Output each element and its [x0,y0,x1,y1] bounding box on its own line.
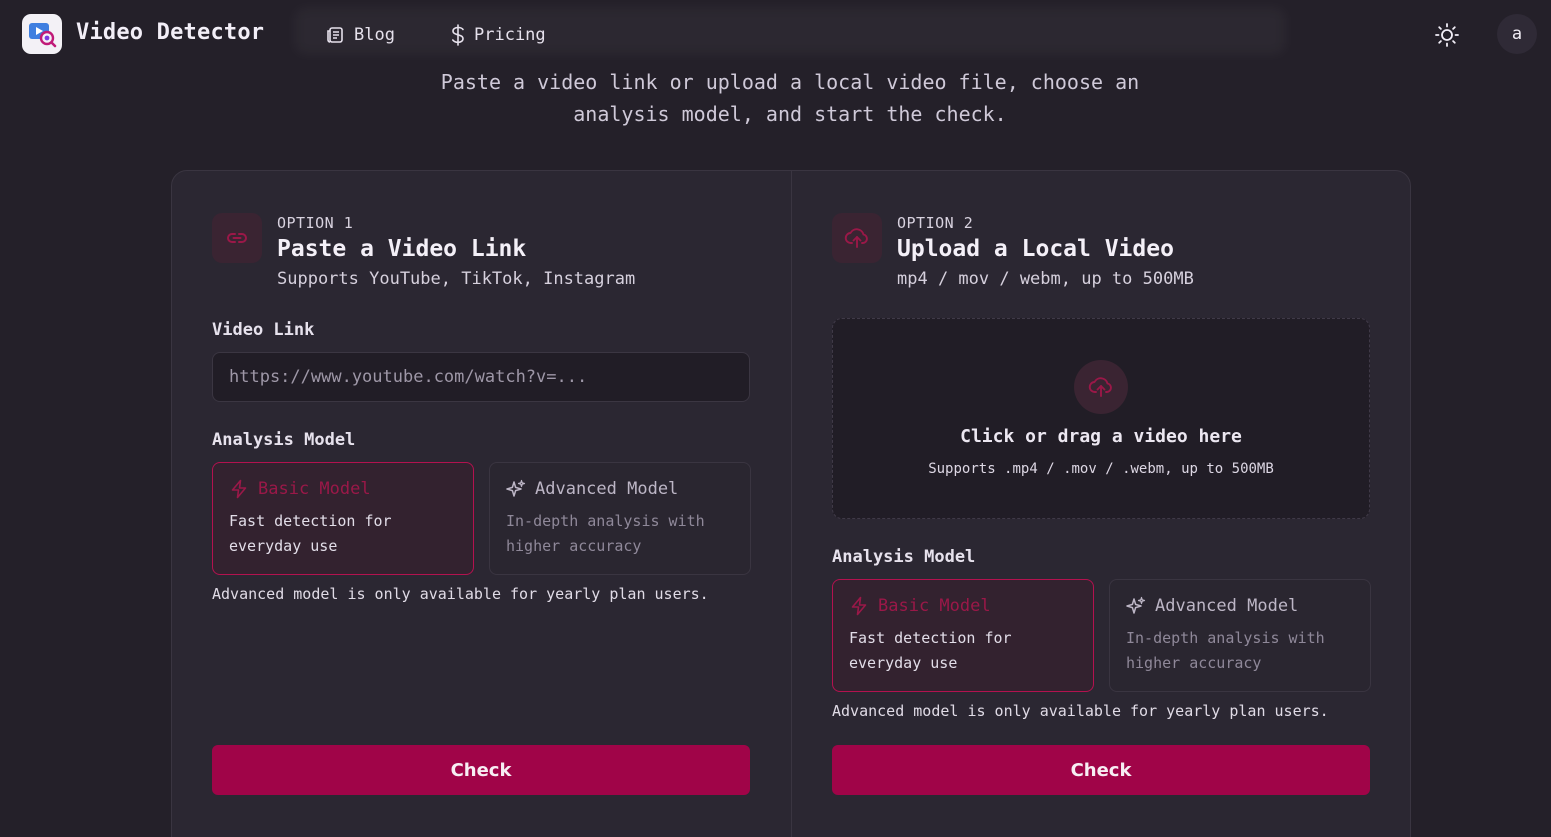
blurred-hero-title [295,8,1285,54]
analysis-model-label: Analysis Model [832,547,976,567]
advanced-model-note: Advanced model is only available for yea… [832,702,1329,720]
model-description: In-depth analysis with higher accuracy [1126,629,1325,672]
cloud-upload-icon [844,228,868,248]
check-upload-button[interactable]: Check [832,745,1370,795]
user-avatar[interactable]: a [1497,14,1537,54]
newspaper-icon [327,27,343,43]
cloud-upload-icon [1088,377,1112,397]
brand-name[interactable]: Video Detector [76,20,264,45]
detector-card: OPTION 1 Paste a Video Link Supports You… [171,170,1411,837]
dropzone-subtitle: Supports .mp4 / .mov / .webm, up to 500M… [928,461,1274,477]
nav-blog-link[interactable]: Blog [326,22,395,48]
advanced-model-option[interactable]: Advanced Model In-depth analysis with hi… [1109,579,1371,692]
video-link-label: Video Link [212,320,315,340]
lightning-icon [851,596,867,616]
advanced-model-note: Advanced model is only available for yea… [212,585,709,603]
model-description: Fast detection for everyday use [229,512,392,555]
check-link-button[interactable]: Check [212,745,750,795]
option-subtitle: mp4 / mov / webm, up to 500MB [897,269,1194,289]
theme-toggle-button[interactable] [1432,20,1462,50]
page: Video Detector Blog Pricing a Paste a vi… [0,0,1551,837]
link-icon-badge [212,213,262,263]
sun-icon [1435,23,1459,47]
nav-pricing-label: Pricing [474,25,546,45]
model-name: Advanced Model [1155,596,1299,616]
advanced-model-option[interactable]: Advanced Model In-depth analysis with hi… [489,462,751,575]
nav-pricing-link[interactable]: Pricing [450,22,546,48]
model-description: In-depth analysis with higher accuracy [506,512,705,555]
option-kicker: OPTION 2 [897,214,974,232]
basic-model-option[interactable]: Basic Model Fast detection for everyday … [832,579,1094,692]
model-name: Basic Model [258,479,371,499]
option-subtitle: Supports YouTube, TikTok, Instagram [277,269,636,289]
option-title: Upload a Local Video [897,236,1174,262]
option-kicker: OPTION 1 [277,214,354,232]
nav-blog-label: Blog [354,25,395,45]
lightning-icon [231,479,247,499]
option-link-panel: OPTION 1 Paste a Video Link Supports You… [172,171,791,837]
model-description: Fast detection for everyday use [849,629,1012,672]
dropzone-title: Click or drag a video here [960,426,1242,447]
option-upload-panel: OPTION 2 Upload a Local Video mp4 / mov … [792,171,1411,837]
video-dropzone[interactable]: Click or drag a video here Supports .mp4… [832,318,1370,519]
basic-model-option[interactable]: Basic Model Fast detection for everyday … [212,462,474,575]
sparkles-icon [506,479,526,497]
video-search-logo-icon [29,23,57,48]
dropzone-upload-badge [1074,360,1128,414]
app-logo[interactable] [22,14,62,54]
analysis-model-label: Analysis Model [212,430,356,450]
page-subtitle: Paste a video link or upload a local vid… [440,70,1140,126]
link-icon [227,233,247,243]
sparkles-icon [1126,596,1146,614]
upload-icon-badge [832,213,882,263]
top-bar: Video Detector Blog Pricing a [0,0,1551,70]
option-title: Paste a Video Link [277,236,527,262]
model-name: Advanced Model [535,479,679,499]
video-link-input[interactable] [212,352,750,402]
model-name: Basic Model [878,596,991,616]
dollar-icon [452,24,464,46]
